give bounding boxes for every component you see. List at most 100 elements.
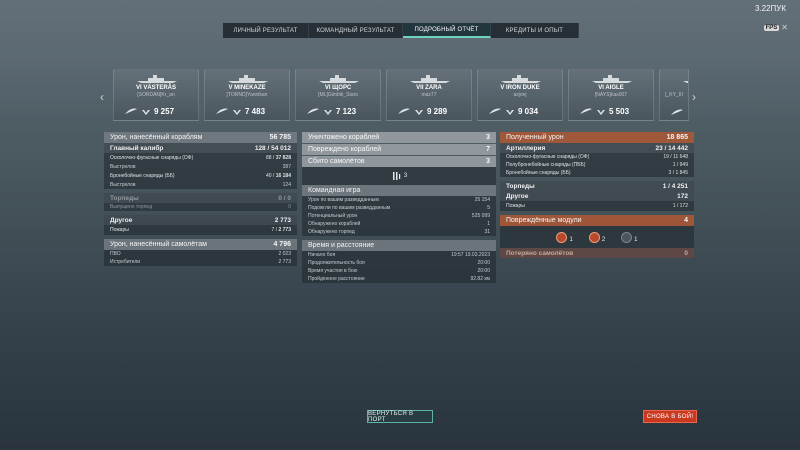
- ship-card[interactable]: V IRON DUKE asjonj 9 034: [477, 69, 563, 121]
- aa-label: ПВО: [110, 251, 121, 257]
- ship-name: VI VÄSTERÅS: [135, 85, 176, 91]
- ribbon-icon: [489, 108, 501, 114]
- result-tabs: ЛИЧНЫЙ РЕЗУЛЬТАТ КОМАНДНЫЙ РЕЗУЛЬТАТ ПОД…: [223, 23, 579, 38]
- recv-he-value: 19 / 11 648: [663, 154, 688, 160]
- lost-planes-row: Потеряно самолётов 0: [500, 248, 694, 258]
- recv-ap-value: 3 / 1 845: [668, 170, 688, 176]
- ships-destroyed-value: 3: [486, 134, 490, 141]
- ribbon-icon: [671, 109, 683, 115]
- spotted-ships-row: Обнаружено кораблей 1: [302, 220, 496, 228]
- damage-planes-header: Урон, нанесённый самолётам 4 796: [104, 239, 297, 250]
- clock: 3.22ПУК: [754, 4, 786, 13]
- recv-fires-value: 1 / 172: [672, 203, 688, 209]
- ship-card[interactable]: VI ЩОРС [ML]Gimbik_Stars 7 123: [295, 69, 381, 121]
- ships-damaged-value: 7: [486, 146, 490, 153]
- xp-icon: [233, 109, 241, 115]
- planes-shot-row: Сбито самолётов 3: [302, 156, 496, 167]
- ship-card[interactable]: V MINEKAZE [TORND]Yannikan 7 483: [204, 69, 290, 121]
- top-right-icons: FPS ✕: [763, 23, 788, 32]
- ship-player: [ML]Gimbik_Stars: [318, 92, 358, 98]
- ship-card[interactable]: [_KY_III: [659, 69, 689, 121]
- torpedoes-launched-label: Выпущено торпед: [110, 204, 152, 210]
- ship-card[interactable]: VII ZARA maz77 9 289: [386, 69, 472, 121]
- ribbon-icon: [125, 108, 137, 114]
- damage-ships-label: Урон, нанесённый кораблям: [110, 134, 203, 141]
- module-count: 1: [634, 236, 638, 243]
- ship-name: VII ZARA: [416, 85, 442, 91]
- received-damage-label: Полученный урон: [506, 134, 564, 141]
- time-distance-label: Время и расстояние: [308, 242, 375, 249]
- carousel-prev-icon[interactable]: ‹: [100, 90, 104, 104]
- ship-silhouette-icon: [683, 81, 688, 83]
- aa-value: 2 023: [278, 251, 291, 257]
- potential-damage-label: Потенциальный урон: [308, 213, 358, 219]
- distance-value: 92.82 км: [470, 276, 490, 282]
- spotted-ships-label: Обнаружено кораблей: [308, 221, 361, 227]
- recv-sap-row: Полубронебойные снаряды (ПББ) 1 / 949: [500, 161, 694, 169]
- ap-shots-label: Выстрелов: [110, 182, 136, 188]
- he-hits: 88: [265, 155, 272, 161]
- tab-detailed-report[interactable]: ПОДРОБНЫЙ ОТЧЁТ: [403, 23, 491, 38]
- recv-torpedoes-value: 1 / 4 251: [662, 182, 688, 190]
- spot-fire-value: 5: [487, 205, 490, 211]
- ship-player: [SORDAN]Kr_an: [137, 92, 175, 98]
- ship-player: [TORND]Yannikan: [226, 92, 268, 98]
- spotted-torps-label: Обнаружено торпед: [308, 229, 355, 235]
- fighter-plane-icon: [392, 172, 401, 180]
- ship-score: 9 034: [518, 107, 539, 116]
- spot-damage-value: 25 154: [474, 197, 490, 203]
- time-distance-header: Время и расстояние: [302, 240, 496, 251]
- distance-row: Пройденное расстояние 92.82 км: [302, 275, 496, 283]
- ship-name: V MINEKAZE: [228, 85, 266, 91]
- he-shots-row: Выстрелов 387: [104, 163, 297, 171]
- recv-ap-row: Бронебойные снаряды (ББ) 3 / 1 845: [500, 169, 694, 177]
- tab-team-result[interactable]: КОМАНДНЫЙ РЕЗУЛЬТАТ: [309, 23, 403, 38]
- module-item: 2: [588, 231, 606, 243]
- spotted-ships-value: 1: [487, 221, 490, 227]
- potential-damage-row: Потенциальный урон 525 099: [302, 212, 496, 220]
- xp-icon: [324, 109, 332, 115]
- battle-start-label: Начало боя: [308, 252, 336, 258]
- team-play-panel: Уничтожено кораблей 3 Повреждено корабле…: [302, 132, 496, 283]
- torpedoes-launched-value: 0: [288, 204, 291, 210]
- ship-card[interactable]: VI VÄSTERÅS [SORDAN]Kr_an 9 257: [113, 69, 199, 121]
- ship-score: 7 483: [245, 107, 266, 116]
- ship-card[interactable]: VI AIGLE [NAYS]kas007 5 503: [568, 69, 654, 121]
- carousel-next-icon[interactable]: ›: [692, 90, 696, 104]
- he-row: Осколочно-фугасные снаряды (ОФ) 88 / 37 …: [104, 153, 297, 163]
- planes-shot-icons: 3: [302, 167, 496, 185]
- tab-credits-xp[interactable]: КРЕДИТЫ И ОПЫТ: [491, 23, 579, 38]
- other-damage-label: Другое: [110, 216, 133, 224]
- ship-player: maz77: [421, 92, 437, 98]
- return-to-port-button[interactable]: ВЕРНУТЬСЯ В ПОРТ: [367, 410, 433, 423]
- battle-again-button[interactable]: СНОВА В БОЙ!: [643, 410, 697, 423]
- torpedoes-row: Торпеды 0 / 0: [104, 193, 297, 203]
- spot-damage-row: Урон по вашим разведданным 25 154: [302, 196, 496, 204]
- engine-module-icon: [588, 231, 600, 243]
- battle-start-value: 19:57 19.03.2023: [451, 252, 490, 258]
- module-item: 1: [621, 231, 638, 243]
- artillery-row: Артиллерия 23 / 14 442: [500, 143, 694, 153]
- ship-name: V IRON DUKE: [500, 85, 540, 91]
- fps-badge: FPS: [763, 24, 780, 31]
- tab-personal-result[interactable]: ЛИЧНЫЙ РЕЗУЛЬТАТ: [223, 23, 309, 38]
- other-damage-row: Другое 2 773: [104, 215, 297, 225]
- fighters-value: 2 773: [278, 259, 291, 265]
- module-count: 1: [569, 236, 573, 243]
- xp-icon: [415, 109, 423, 115]
- artillery-label: Артиллерия: [506, 144, 546, 152]
- main-caliber-label: Главный калибр: [110, 144, 164, 152]
- main-caliber-row: Главный калибр 128 / 54 012: [104, 143, 297, 153]
- fighters-label: Истребители: [110, 259, 141, 265]
- ship-score: 5 503: [609, 107, 630, 116]
- recv-torpedoes-label: Торпеды: [506, 182, 535, 190]
- xp-icon: [597, 109, 605, 115]
- ribbon-icon: [580, 108, 592, 114]
- close-icon[interactable]: ✕: [781, 23, 788, 32]
- ship-score: 9 289: [427, 107, 448, 116]
- xp-icon: [142, 109, 150, 115]
- recv-sap-value: 1 / 949: [672, 162, 688, 168]
- module-count: 2: [601, 236, 606, 243]
- recv-torpedoes-row: Торпеды 1 / 4 251: [500, 181, 694, 191]
- ribbon-icon: [307, 108, 319, 114]
